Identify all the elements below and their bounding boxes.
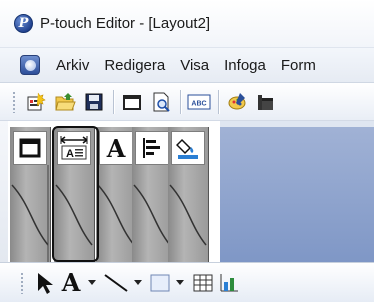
toolbar-grip[interactable]: [12, 90, 16, 113]
align-left-icon: [135, 131, 169, 165]
line-tool-dropdown-icon[interactable]: [134, 280, 142, 285]
tab-notch-shape: [169, 184, 207, 246]
canvas-ruler: [220, 121, 374, 127]
rectangle-tool-icon[interactable]: [148, 269, 172, 297]
line-tool-icon[interactable]: [102, 269, 130, 297]
palette-tab-font[interactable]: A: [96, 127, 137, 262]
new-layout-icon[interactable]: [24, 90, 48, 114]
paint-icon[interactable]: [225, 90, 249, 114]
menu-form[interactable]: Form: [281, 57, 316, 74]
palette-gutter: [0, 121, 8, 262]
save-icon[interactable]: [82, 90, 106, 114]
tab-notch-shape: [133, 184, 171, 246]
ptouch-app-icon: P: [14, 14, 33, 33]
toolbar-separator: [218, 89, 219, 114]
main-toolbar: ABC: [0, 83, 374, 121]
palette-tab-align[interactable]: [132, 127, 173, 262]
chart-tool-icon[interactable]: [216, 269, 242, 297]
bucket-icon[interactable]: [254, 90, 278, 114]
draw-toolbar: A: [0, 262, 374, 302]
menu-bar: Arkiv Redigera Visa Infoga Form: [0, 47, 374, 83]
open-folder-icon[interactable]: [53, 90, 77, 114]
print-preview-icon[interactable]: [149, 90, 173, 114]
text-tool-icon[interactable]: A: [58, 268, 84, 297]
menu-visa[interactable]: Visa: [180, 57, 209, 74]
toolbar-separator: [113, 89, 114, 114]
tab-notch-shape: [97, 184, 135, 246]
toolbar-separator: [180, 89, 181, 114]
svg-text:ABC: ABC: [191, 100, 206, 107]
document-menu-icon[interactable]: [20, 55, 40, 75]
print-icon[interactable]: [120, 90, 144, 114]
app-window: P P-touch Editor - [Layout2] Arkiv Redig…: [0, 0, 374, 302]
palette-tab-page[interactable]: [10, 127, 51, 262]
title-bar: P P-touch Editor - [Layout2]: [0, 0, 374, 47]
layout-canvas[interactable]: [220, 121, 374, 262]
font-a-icon: A: [99, 131, 133, 165]
highlight-box: [52, 126, 99, 262]
select-arrow-icon[interactable]: [32, 269, 58, 297]
rectangle-tool-dropdown-icon[interactable]: [176, 280, 184, 285]
menu-redigera[interactable]: Redigera: [104, 57, 165, 74]
palette-tab-fill[interactable]: [168, 127, 209, 262]
tab-notch-shape: [11, 165, 49, 262]
window-title: P-touch Editor - [Layout2]: [40, 15, 211, 32]
toolbar-grip[interactable]: [20, 271, 24, 294]
menu-arkiv[interactable]: Arkiv: [56, 57, 89, 74]
text-tool-dropdown-icon[interactable]: [88, 280, 96, 285]
abc-text-icon[interactable]: ABC: [187, 90, 211, 114]
window-icon: [13, 131, 47, 165]
menu-infoga[interactable]: Infoga: [224, 57, 266, 74]
table-tool-icon[interactable]: [190, 269, 216, 297]
fill-color-icon: [171, 131, 205, 165]
